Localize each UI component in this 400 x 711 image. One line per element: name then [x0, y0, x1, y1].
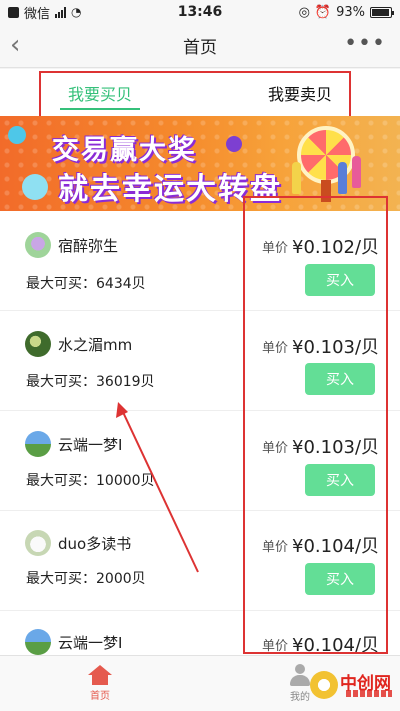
unit-price-label: 单价	[262, 241, 289, 256]
avatar	[25, 530, 51, 556]
unit-price: ¥0.103/贝	[292, 437, 380, 458]
list-item: 宿醉弥生 最大可买：6434贝 单价 ¥0.102/贝 买入	[0, 211, 400, 311]
avatar	[25, 629, 51, 655]
buy-button[interactable]: 买入	[305, 563, 375, 595]
battery-fill	[372, 8, 389, 16]
list-item: 云端一梦I 最大可买：10000贝 单价 ¥0.103/贝 买入	[0, 411, 400, 511]
person-figure	[292, 162, 301, 194]
chevron-left-icon[interactable]: ‹	[10, 30, 40, 62]
seller-name: 云端一梦I	[58, 436, 123, 454]
seller-name: 云端一梦I	[58, 634, 123, 652]
tab-buy[interactable]: 我要买贝	[0, 69, 200, 116]
unit-price-label: 单价	[262, 341, 289, 356]
list-item: 云端一梦I 单价 ¥0.104/贝	[0, 611, 400, 655]
carrier-icon	[8, 6, 19, 18]
signal-icon	[55, 6, 67, 18]
avatar	[25, 232, 51, 258]
tab-sell[interactable]: 我要卖贝	[200, 69, 400, 116]
tab-home[interactable]: 首页	[0, 656, 200, 711]
unit-price-label: 单价	[262, 441, 289, 456]
max-buy-label: 最大可买：2000贝	[26, 571, 146, 587]
max-buy-label: 最大可买：10000贝	[26, 473, 155, 489]
unit-price: ¥0.104/贝	[292, 635, 380, 655]
tab-home-label: 首页	[90, 691, 110, 702]
lock-rotation-icon: ◎	[298, 4, 310, 20]
buy-button[interactable]: 买入	[305, 264, 375, 296]
lucky-wheel-banner[interactable]: 交易赢大奖 就去幸运大转盘	[0, 116, 400, 211]
nav-bar: ‹ 首页 •••	[0, 24, 400, 68]
banner-bubble	[22, 174, 48, 200]
trade-tabs: 我要买贝 我要卖贝	[0, 69, 400, 116]
unit-price: ¥0.102/贝	[292, 237, 380, 258]
avatar	[25, 331, 51, 357]
seller-name: 水之湄mm	[58, 336, 133, 354]
unit-price: ¥0.103/贝	[292, 337, 380, 358]
unit-price: ¥0.104/贝	[292, 536, 380, 557]
seller-name: 宿醉弥生	[58, 237, 119, 255]
banner-bubble	[226, 136, 242, 152]
more-dots-icon[interactable]: •••	[344, 32, 386, 56]
unit-price-label: 单价	[262, 639, 289, 654]
status-bar: 微信 ◔ 13:46 ◎ ⏰ 93%	[0, 0, 400, 24]
wheel-stand	[321, 180, 331, 202]
list-item: 水之湄mm 最大可买：36019贝 单价 ¥0.103/贝 买入	[0, 311, 400, 411]
home-icon	[88, 665, 112, 685]
banner-subheadline: 就去幸运大转盘	[58, 172, 282, 207]
banner-bubble	[8, 126, 26, 144]
bottom-tab-bar: 首页 我的	[0, 655, 400, 711]
max-buy-label: 最大可买：6434贝	[26, 276, 146, 292]
page-title: 首页	[183, 38, 217, 58]
avatar	[25, 431, 51, 457]
user-icon	[288, 664, 312, 686]
max-buy-label: 最大可买：36019贝	[26, 374, 155, 390]
unit-price-label: 单价	[262, 540, 289, 555]
tab-mine-label: 我的	[290, 692, 310, 703]
buy-button[interactable]: 买入	[305, 464, 375, 496]
battery-icon	[370, 6, 394, 18]
carrier-label: 微信	[24, 6, 51, 22]
person-figure	[352, 156, 361, 188]
wifi-icon: ◔	[71, 5, 82, 19]
seller-list: 宿醉弥生 最大可买：6434贝 单价 ¥0.102/贝 买入 水之湄mm 最大可…	[0, 211, 400, 655]
person-figure	[338, 162, 347, 194]
buy-button[interactable]: 买入	[305, 363, 375, 395]
status-right: ◎ ⏰ 93%	[298, 4, 394, 20]
alarm-icon: ⏰	[314, 4, 332, 20]
seller-name: duo多读书	[58, 535, 132, 553]
battery-percent: 93%	[336, 4, 365, 20]
status-left: 微信 ◔	[8, 3, 82, 22]
banner-headline: 交易赢大奖	[52, 135, 197, 166]
tab-mine[interactable]: 我的	[200, 656, 400, 711]
list-item: duo多读书 最大可买：2000贝 单价 ¥0.104/贝 买入	[0, 511, 400, 611]
